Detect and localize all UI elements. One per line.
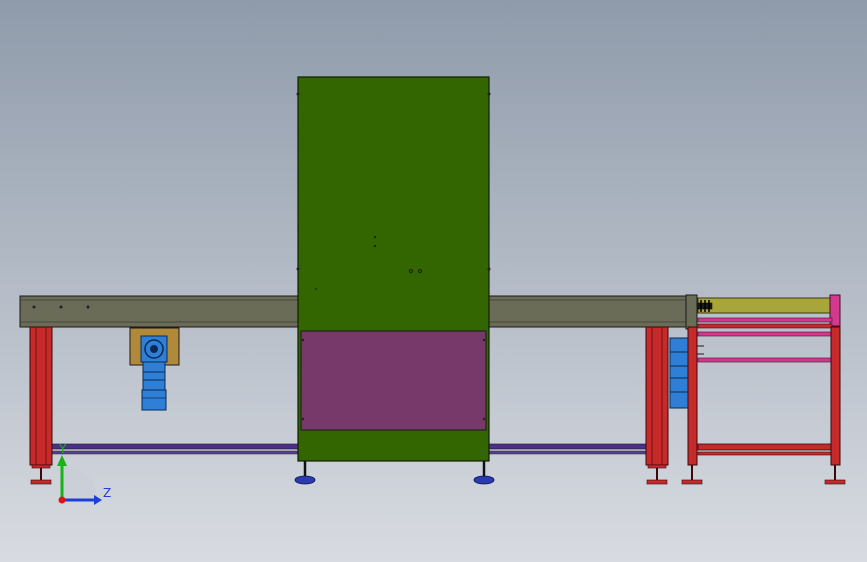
access-panel (300, 330, 487, 431)
end-plate (685, 294, 698, 330)
pink-rod (697, 357, 833, 363)
bolt-hole (86, 305, 90, 309)
right-leg-assembly (645, 326, 669, 485)
left-leg-assembly (29, 326, 53, 485)
pink-rod (697, 331, 833, 337)
bolt-hole (32, 305, 36, 309)
pink-rod (697, 317, 833, 323)
left-conveyor-beam (19, 295, 301, 328)
central-cabinet (296, 76, 491, 462)
cad-viewport[interactable] (0, 0, 867, 562)
machine-drawing (0, 0, 867, 562)
origin-marker (58, 496, 66, 504)
yellow-roller (697, 297, 833, 314)
bolt-hole (59, 305, 63, 309)
right-conveyor-beam (488, 294, 698, 330)
y-axis-label: Y (59, 442, 67, 456)
z-axis-label: Z (103, 486, 112, 500)
motor-body (142, 361, 166, 391)
